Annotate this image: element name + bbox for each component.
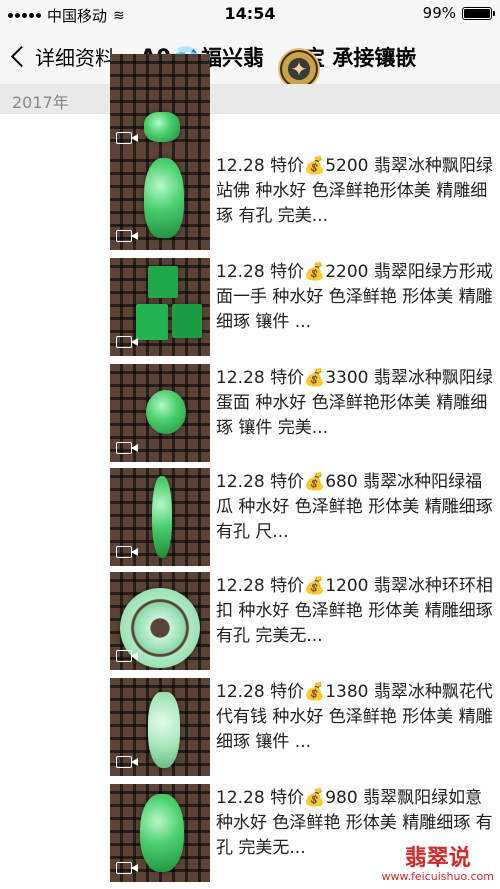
item-thumbnail[interactable] [110,784,210,882]
battery-icon [462,6,495,20]
list-item[interactable] [110,54,500,152]
video-icon [116,650,138,662]
jade-image [136,304,168,340]
jade-image [148,692,180,768]
battery-percent: 99% [422,4,456,22]
jade-image [144,112,180,142]
status-bar: 中国移动 ≋ 14:54 99% [0,0,500,28]
item-thumbnail[interactable] [110,468,210,566]
back-button[interactable]: 详细资料 [10,42,115,71]
jade-image [172,304,202,338]
video-icon [116,132,138,144]
video-icon [116,756,138,768]
jade-image [148,266,178,298]
status-right: 99% [422,4,495,22]
item-text [216,56,494,132]
item-text: 12.28 特价💰1200 翡翠冰种环环相扣 种水好 色泽鲜艳 形体美 精雕细琢… [216,576,493,646]
item-thumbnail[interactable] [110,152,210,250]
list-item[interactable]: 12.28 特价💰2200 翡翠阳绿方形戒面一手 种水好 色泽鲜艳 形体美 精雕… [110,258,500,356]
jade-image [140,794,184,872]
watermark-url: www.feicuishuo.com [381,870,494,883]
item-text: 12.28 特价💰3300 翡翠冰种飘阳绿蛋面 种水好 色泽鲜艳形体美 精雕细琢… [216,368,493,438]
jade-image [152,476,172,558]
item-text: 12.28 特价💰5200 翡翠冰种飘阳绿站佛 种水好 色泽鲜艳形体美 精雕细琢… [216,156,493,226]
battery-fill [464,8,490,18]
list-item[interactable]: 12.28 特价💰1200 翡翠冰种环环相扣 种水好 色泽鲜艳 形体美 精雕细琢… [110,572,500,670]
back-label: 详细资料 [35,46,115,70]
item-text: 12.28 特价💰680 翡翠冰种阳绿福瓜 种水好 色泽鲜艳 形体美 精雕细琢 … [216,472,493,542]
item-text: 12.28 特价💰1380 翡翠冰种飘花代代有钱 种水好 色泽鲜艳 形体美 精雕… [216,682,493,752]
watermark-title: 翡翠说 [404,845,471,871]
list-item[interactable]: 12.28 特价💰1380 翡翠冰种飘花代代有钱 种水好 色泽鲜艳 形体美 精雕… [110,678,500,776]
chevron-left-icon [10,45,33,68]
jade-image [144,158,184,238]
watermark-logo: 翡翠说 www.feicuishuo.com [382,840,494,883]
video-icon [116,442,138,454]
video-icon [116,862,138,874]
video-icon [116,546,138,558]
video-icon [116,230,138,242]
item-thumbnail[interactable] [110,54,210,152]
year-label: 2017年 [12,93,69,112]
item-thumbnail[interactable] [110,678,210,776]
list-item[interactable]: 12.28 特价💰5200 翡翠冰种飘阳绿站佛 种水好 色泽鲜艳形体美 精雕细琢… [110,152,500,250]
list-item[interactable]: 12.28 特价💰680 翡翠冰种阳绿福瓜 种水好 色泽鲜艳 形体美 精雕细琢 … [110,468,500,566]
item-thumbnail[interactable] [110,258,210,356]
video-icon [116,336,138,348]
jade-image [146,390,186,434]
item-text: 12.28 特价💰2200 翡翠阳绿方形戒面一手 种水好 色泽鲜艳 形体美 精雕… [216,262,493,332]
item-thumbnail[interactable] [110,572,210,670]
list-item[interactable]: 12.28 特价💰3300 翡翠冰种飘阳绿蛋面 种水好 色泽鲜艳形体美 精雕细琢… [110,364,500,462]
item-thumbnail[interactable] [110,364,210,462]
